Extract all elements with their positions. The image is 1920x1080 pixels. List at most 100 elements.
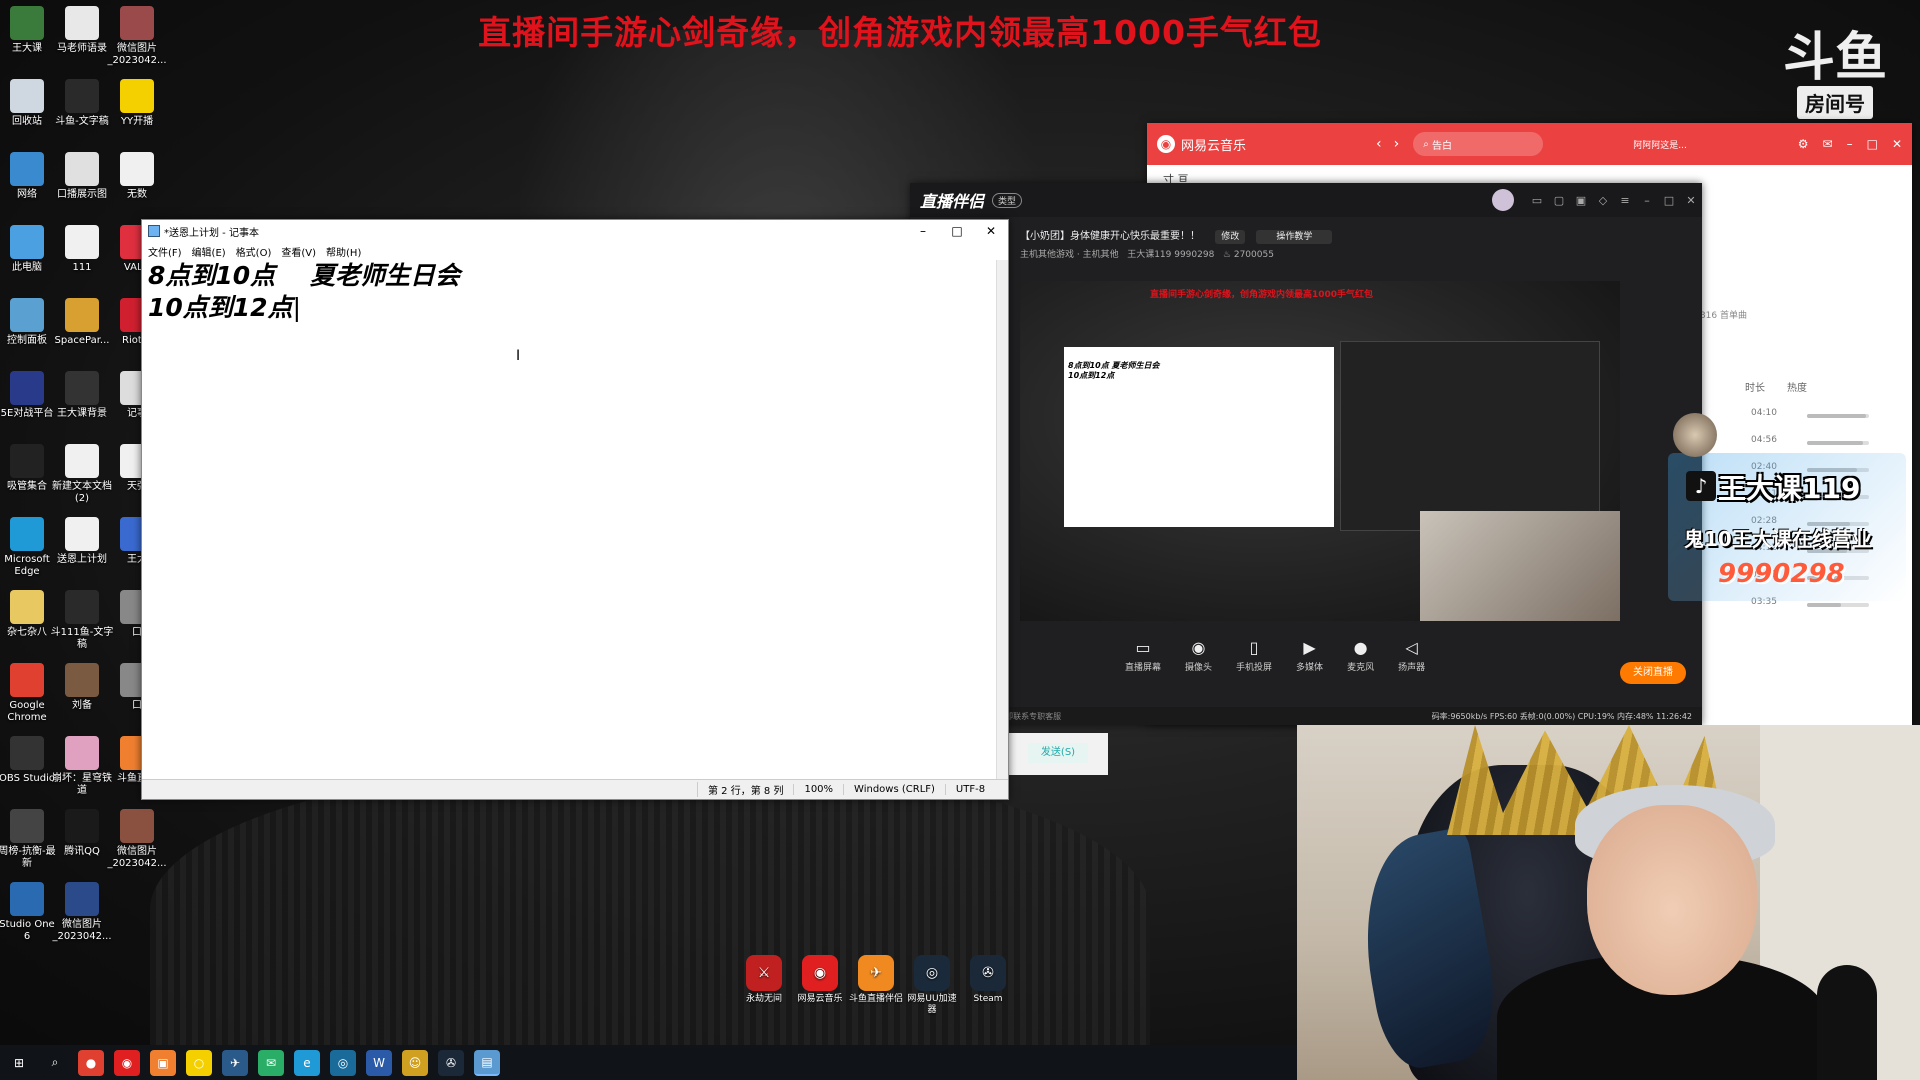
menu-item[interactable]: 格式(O)	[236, 244, 272, 259]
edit-title-button[interactable]: 修改	[1215, 230, 1246, 244]
skin-icon[interactable]: ◇	[1592, 194, 1614, 207]
game-icon	[65, 736, 99, 770]
notepad-window[interactable]: *送恩上计划 - 记事本 – □ ✕ 文件(F) 编辑(E) 格式(O) 查看(V) 帮…	[141, 219, 1009, 800]
steam-icon[interactable]: ✇	[438, 1049, 464, 1076]
source-button[interactable]: ● 麦克风	[1347, 638, 1374, 673]
netease-search-input[interactable]: ⌕ 告白	[1413, 132, 1544, 156]
message-icon[interactable]: ▭	[1526, 194, 1548, 207]
douyu-companion-icon: ✈	[858, 955, 894, 991]
minimize-icon[interactable]: –	[906, 220, 940, 242]
settings-icon[interactable]: ⚙	[1798, 137, 1809, 151]
stop-stream-button[interactable]: 关闭直播	[1620, 662, 1686, 684]
app-icon[interactable]: ▣	[150, 1049, 176, 1076]
close-icon[interactable]: ✕	[1892, 137, 1902, 151]
menu-item[interactable]: 帮助(H)	[326, 244, 361, 259]
dock-icon[interactable]: ✇ Steam	[960, 955, 1016, 1016]
wechat-icon[interactable]: ✉	[258, 1049, 284, 1076]
minimize-icon[interactable]: –	[1636, 194, 1658, 207]
mail-icon[interactable]: ✉	[1823, 137, 1833, 151]
desktop-icon[interactable]: 微信图片_2023042...	[105, 809, 169, 870]
fire-icon: ♨	[1222, 250, 1231, 260]
close-icon[interactable]: ✕	[1680, 194, 1702, 207]
douyu-companion-window[interactable]: 直播伴侣 类型 ▭ ▢ ▣ ◇ ≡ – □ ✕ ▣任务中心▣榜单助手▣弹幕秀 【…	[910, 183, 1702, 725]
notepad-text-area[interactable]: 8点到10点 夏老师生日会 10点到12点|	[148, 260, 994, 779]
menu-item[interactable]: 查看(V)	[281, 244, 316, 259]
windows-start-icon[interactable]: ⊞	[6, 1049, 32, 1076]
text-line: 10点到12点|	[148, 292, 994, 324]
source-button-label: 麦克风	[1347, 663, 1375, 673]
dock-icon[interactable]: ✈ 斗鱼直播伴侣	[848, 955, 904, 1016]
encoding: UTF-8	[944, 784, 995, 795]
stream-meta-row: 主机其他游戏 · 主机其他 王大课119 9990298 ♨ 2700055	[1020, 247, 1274, 260]
folder-icon	[10, 590, 44, 624]
dock-icon[interactable]: ◉ 网易云音乐	[792, 955, 848, 1016]
save-icon[interactable]: ▣	[1570, 194, 1592, 207]
edge-icon[interactable]: e	[294, 1049, 320, 1076]
game-icon[interactable]: ☺	[402, 1049, 428, 1076]
desktop-icon[interactable]: 微信图片_2023042...	[50, 882, 114, 943]
text-line-content: 10点到12点	[148, 293, 293, 322]
menu-item[interactable]: 编辑(E)	[192, 244, 226, 259]
uu-icon[interactable]: ◎	[330, 1049, 356, 1076]
source-toolbar: ▭ 直播屏幕 ◉ 摄像头 ▯ 手机投屏 ▶ 多媒体 ● 麦克风 ◁ 扬声器	[1020, 638, 1620, 673]
document-icon	[65, 444, 99, 478]
document-icon	[65, 79, 99, 113]
microphone	[1817, 965, 1877, 1080]
netease-window-controls: ⚙ ✉ – □ ✕	[1798, 137, 1902, 151]
source-button[interactable]: ▶ 多媒体	[1296, 638, 1323, 673]
chat-icon[interactable]: ▢	[1548, 194, 1570, 207]
close-icon[interactable]: ✕	[974, 220, 1008, 242]
maximize-icon[interactable]: □	[1658, 194, 1680, 207]
room-label: 房间号	[1797, 86, 1873, 119]
desktop-dock-icons: ⚔ 永劫无间 ◉ 网易云音乐 ✈ 斗鱼直播伴侣 ◎ 网易UU加速器 ✇ Steam	[736, 955, 1016, 1016]
dock-icon[interactable]: ⚔ 永劫无间	[736, 955, 792, 1016]
dock-icon[interactable]: ◎ 网易UU加速器	[904, 955, 960, 1016]
desktop-icon[interactable]: YY开播	[105, 79, 169, 128]
netease-logo-icon: ◉	[1157, 135, 1175, 153]
companion-brand: 直播伴侣	[920, 192, 985, 211]
notepad-icon[interactable]: ▤	[474, 1049, 500, 1076]
stream-preview[interactable]: 直播间手游心剑奇缘，创角游戏内领最高1000手气红包 8点到10点 夏老师生日会…	[1020, 281, 1620, 621]
stream-category[interactable]: 主机其他游戏 · 主机其他	[1020, 250, 1119, 260]
speaker-icon: ◁	[1405, 638, 1418, 657]
source-button[interactable]: ▯ 手机投屏	[1236, 638, 1272, 673]
dock-icon-label: 网易云音乐	[797, 994, 843, 1004]
maximize-icon[interactable]: □	[940, 220, 974, 242]
preview-line: 8点到10点 夏老师生日会	[1068, 361, 1160, 370]
desktop-icon[interactable]: 微信图片_2023042...	[105, 6, 169, 67]
back-icon[interactable]: ‹	[1376, 136, 1382, 152]
source-button[interactable]: ◁ 扬声器	[1398, 638, 1425, 673]
desktop-icon-label: 微信图片_2023042...	[52, 919, 112, 942]
search-icon: ⌕	[1423, 138, 1433, 150]
source-button[interactable]: ▭ 直播屏幕	[1125, 638, 1161, 673]
menu-item[interactable]: 文件(F)	[148, 244, 182, 259]
desktop-icon[interactable]: 无数	[105, 152, 169, 201]
netease-username[interactable]: 阿阿阿这是...	[1633, 138, 1687, 151]
yy-icon[interactable]: ○	[186, 1049, 212, 1076]
dock-icon-label: 网易UU加速器	[907, 994, 957, 1015]
menu-icon[interactable]: ≡	[1614, 194, 1636, 207]
heat-value: 2700055	[1233, 250, 1274, 260]
maximize-icon[interactable]: □	[1867, 137, 1878, 151]
preview-webcam	[1420, 511, 1620, 621]
avatar[interactable]	[1492, 189, 1514, 211]
tutorial-button[interactable]: 操作教学	[1256, 230, 1333, 244]
col-heat: 热度	[1787, 383, 1807, 394]
source-button[interactable]: ◉ 摄像头	[1185, 638, 1212, 673]
5e-icon	[10, 371, 44, 405]
netease-icon[interactable]: ◉	[114, 1049, 140, 1076]
mic-icon: ●	[1353, 638, 1368, 657]
netease-nav: ‹ ›	[1376, 136, 1399, 152]
yy-icon	[120, 79, 154, 113]
minimize-icon[interactable]: –	[1847, 137, 1853, 151]
send-button[interactable]: 发送(S)	[1028, 743, 1088, 763]
companion-version-badge[interactable]: 类型	[992, 192, 1023, 208]
word-icon[interactable]: W	[366, 1049, 392, 1076]
notepad-scrollbar[interactable]	[996, 260, 1008, 779]
chrome-icon[interactable]: ●	[78, 1049, 104, 1076]
ibeam-cursor-icon: I	[516, 348, 521, 364]
forward-icon[interactable]: ›	[1394, 136, 1400, 152]
search-icon[interactable]: ⌕	[42, 1049, 68, 1076]
app-icon[interactable]: ✈	[222, 1049, 248, 1076]
douyu-fish-icon: 斗鱼	[1782, 28, 1887, 88]
